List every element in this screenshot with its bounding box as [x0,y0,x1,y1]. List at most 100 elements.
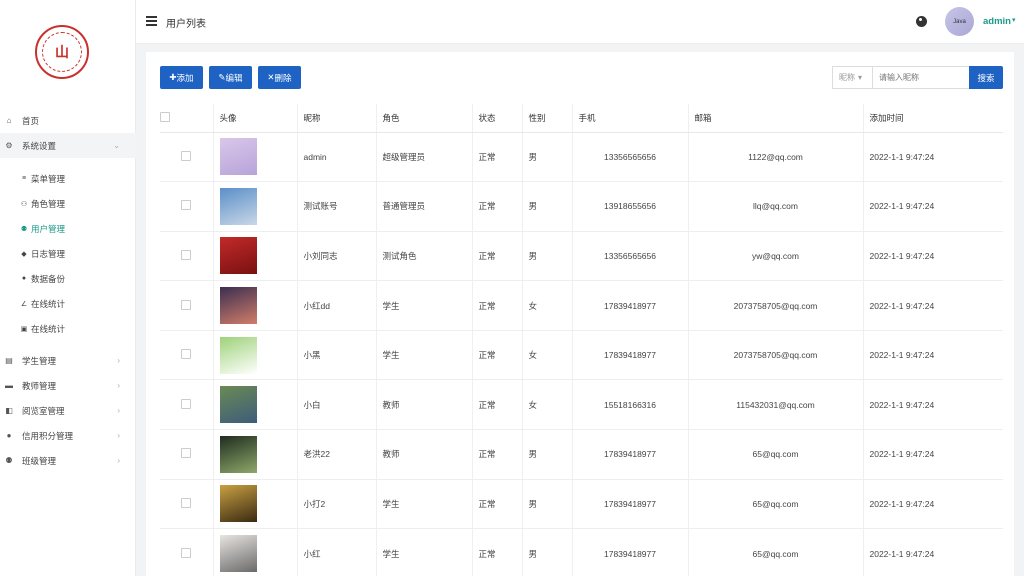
sidebar-subitem[interactable]: ⚇ 角色管理 [0,191,136,216]
email-cell: 2073758705@qq.com [688,280,864,331]
gender-cell: 男 [522,429,573,480]
table-row[interactable]: 小红dd 学生 正常 女 17839418977 2073758705@qq.c… [160,280,1003,331]
row-checkbox[interactable] [181,448,192,459]
table-row[interactable]: 小红 学生 正常 男 17839418977 65@qq.com 2022-1-… [160,528,1003,576]
column-header[interactable]: 添加时间 [863,104,1003,133]
gender-cell: 女 [522,379,573,431]
chevron-right-icon: › [117,456,120,465]
column-header[interactable]: 性别 [522,104,573,133]
nickname-cell: 老洪22 [297,429,377,480]
column-header[interactable]: 昵称 [297,104,377,133]
avatar-cell [213,231,298,282]
sidebar-subitem-label: 在线统计 [31,323,66,334]
table-row[interactable]: 小黑 学生 正常 女 17839418977 2073758705@qq.com… [160,330,1003,381]
sidebar-subitem[interactable]: ∠ 在线统计 [0,291,136,316]
tag-icon: ◆ [21,250,27,258]
palette-icon[interactable] [916,16,927,27]
avatar-cell [213,330,298,381]
role-cell: 测试角色 [376,231,473,282]
column-header[interactable]: 头像 [213,104,298,133]
select-all-cell [160,104,214,133]
column-header[interactable]: 邮箱 [688,104,864,133]
top-header: 用户列表 Java admin ▾ [136,0,1024,44]
sidebar-subitem-label: 数据备份 [31,273,66,284]
chevron-right-icon: › [117,381,120,390]
email-cell: 115432031@qq.com [688,379,864,431]
phone-cell: 17839418977 [572,528,689,576]
room-icon: ◧ [5,406,13,415]
table-row[interactable]: 测试账号 普通管理员 正常 男 13918655656 llq@qq.com 2… [160,181,1003,232]
row-checkbox[interactable] [181,150,192,161]
sidebar-item[interactable]: ⚙ 系统设置 ⌄ [0,133,136,158]
database-icon: ● [21,275,27,282]
sidebar-item[interactable]: ◧ 阅览室管理 › [0,398,136,423]
row-select-cell [160,379,214,431]
sidebar-subitem[interactable]: ▣ 在线统计 [0,316,136,341]
sidebar-item-label: 班级管理 [22,455,57,466]
avatar-cell [213,132,298,183]
user-name[interactable]: admin [983,16,1011,27]
caret-down-icon[interactable]: ▾ [1012,16,1016,24]
time-cell: 2022-1-1 9:47:24 [863,528,1003,576]
time-cell: 2022-1-1 9:47:24 [863,330,1003,381]
user-avatar-image [219,386,257,424]
chevron-right-icon: › [117,431,120,440]
gender-cell: 女 [522,280,573,331]
sidebar-item[interactable]: ▤ 学生管理 › [0,348,136,373]
add-button[interactable]: ✚ 添加 [160,66,203,89]
nickname-cell: 小黑 [297,330,377,381]
sidebar-subitem[interactable]: ≡ 菜单管理 [0,166,136,191]
select-all-checkbox[interactable] [160,111,170,122]
table-row[interactable]: admin 超级管理员 正常 男 13356565656 1122@qq.com… [160,132,1003,183]
table-row[interactable]: 小刘同志 测试角色 正常 男 13356565656 yw@qq.com 202… [160,231,1003,282]
nickname-cell: 测试账号 [297,181,377,232]
gender-cell: 男 [522,132,573,183]
sidebar-subitem[interactable]: ● 数据备份 [0,266,136,291]
row-select-cell [160,330,214,381]
table-header-row: 头像 昵称 角色 状态 性别 手机 邮箱 添加时间 [160,104,1003,133]
sidebar-item[interactable]: ● 信用积分管理 › [0,423,136,448]
row-select-cell [160,181,214,232]
delete-button[interactable]: ✕ 删除 [258,66,301,89]
status-cell: 正常 [472,330,523,381]
status-cell: 正常 [472,379,523,431]
gear-icon: ⚙ [5,141,13,150]
sidebar-subitem[interactable]: ◆ 日志管理 [0,241,136,266]
column-header[interactable]: 手机 [572,104,689,133]
search-field-select[interactable]: 昵称 ▾ [832,66,873,89]
row-checkbox[interactable] [181,398,192,409]
row-checkbox[interactable] [181,200,192,211]
user-group-icon: ⚇ [20,200,28,208]
column-header[interactable]: 角色 [376,104,473,133]
sidebar-item[interactable]: ⌂ 首页 [0,108,136,133]
role-cell: 学生 [376,280,473,331]
table-row[interactable]: 小白 教师 正常 女 15518166316 115432031@qq.com … [160,379,1003,431]
search-button[interactable]: 搜索 [969,66,1003,89]
sidebar-item[interactable]: ⚉ 班级管理 › [0,448,136,473]
row-checkbox[interactable] [181,497,192,508]
sidebar-item[interactable]: ▬ 教师管理 › [0,373,136,398]
sidebar-subitem[interactable]: ⚉ 用户管理 [0,216,136,241]
row-select-cell [160,528,214,576]
edit-button[interactable]: ✎ 编辑 [209,66,252,89]
column-header[interactable]: 状态 [472,104,523,133]
sidebar-menu: ⌂ 首页 ⚙ 系统设置 ⌄ ≡ 菜单管理 ⚇ 角色管理 ⚉ 用户管理 ◆ 日志管… [0,108,136,473]
gender-cell: 男 [522,528,573,576]
list-icon: ≡ [21,175,27,182]
nickname-cell: 小打2 [297,479,377,530]
search-input[interactable] [873,66,970,89]
avatar[interactable]: Java [945,7,974,36]
table-row[interactable]: 小打2 学生 正常 男 17839418977 65@qq.com 2022-1… [160,479,1003,530]
role-cell: 普通管理员 [376,181,473,232]
row-checkbox[interactable] [181,547,192,558]
role-cell: 学生 [376,528,473,576]
row-checkbox[interactable] [181,349,192,360]
nickname-cell: 小白 [297,379,377,431]
row-select-cell [160,231,214,282]
table-row[interactable]: 老洪22 教师 正常 男 17839418977 65@qq.com 2022-… [160,429,1003,480]
nickname-cell: 小刘同志 [297,231,377,282]
row-checkbox[interactable] [181,299,192,310]
menu-toggle-icon[interactable] [146,16,157,26]
user-avatar-image [219,187,257,225]
row-checkbox[interactable] [181,249,192,260]
